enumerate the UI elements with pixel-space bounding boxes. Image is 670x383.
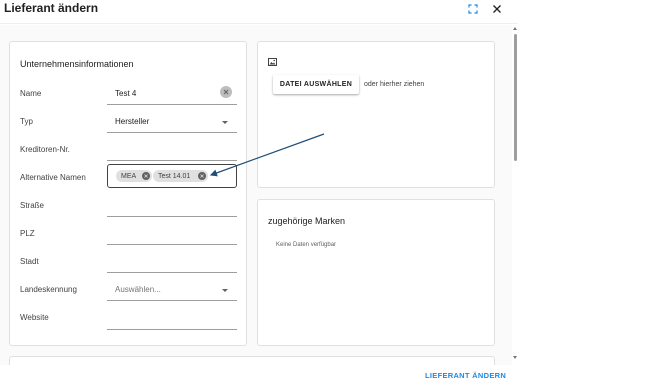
fullscreen-button[interactable] — [466, 2, 480, 16]
dialog-header: Lieferant ändern — [0, 0, 518, 24]
zip-underline — [107, 244, 237, 245]
dialog-title: Lieferant ändern — [4, 1, 99, 15]
submit-button[interactable]: LIEFERANT ÄNDERN — [425, 371, 506, 380]
country-label: Landeskennung — [20, 285, 77, 294]
city-underline — [107, 272, 237, 273]
country-underline — [107, 300, 237, 301]
empty-state-text: Keine Daten verfügbar — [276, 242, 337, 248]
dialog-content: Unternehmensinformationen Name Test 4 Ty… — [0, 25, 512, 365]
fullscreen-icon — [468, 4, 478, 14]
scroll-up-arrow[interactable] — [513, 27, 517, 30]
zip-label: PLZ — [20, 229, 35, 238]
scrollbar[interactable] — [512, 25, 519, 365]
city-label: Stadt — [20, 257, 39, 266]
annotation-arrow — [209, 133, 325, 177]
chevron-down-icon[interactable] — [222, 289, 228, 292]
dialog-footer: LIEFERANT ÄNDERN — [0, 366, 518, 383]
close-button[interactable] — [490, 2, 504, 16]
close-icon — [493, 5, 501, 13]
scroll-thumb[interactable] — [514, 34, 517, 161]
edit-supplier-dialog: Lieferant ändern Unternehmensinformation… — [0, 0, 518, 383]
scroll-down-arrow[interactable] — [513, 356, 517, 359]
next-card — [9, 356, 495, 365]
country-select[interactable]: Auswählen... — [115, 285, 161, 294]
website-label: Website — [20, 313, 49, 322]
website-underline — [107, 329, 237, 330]
